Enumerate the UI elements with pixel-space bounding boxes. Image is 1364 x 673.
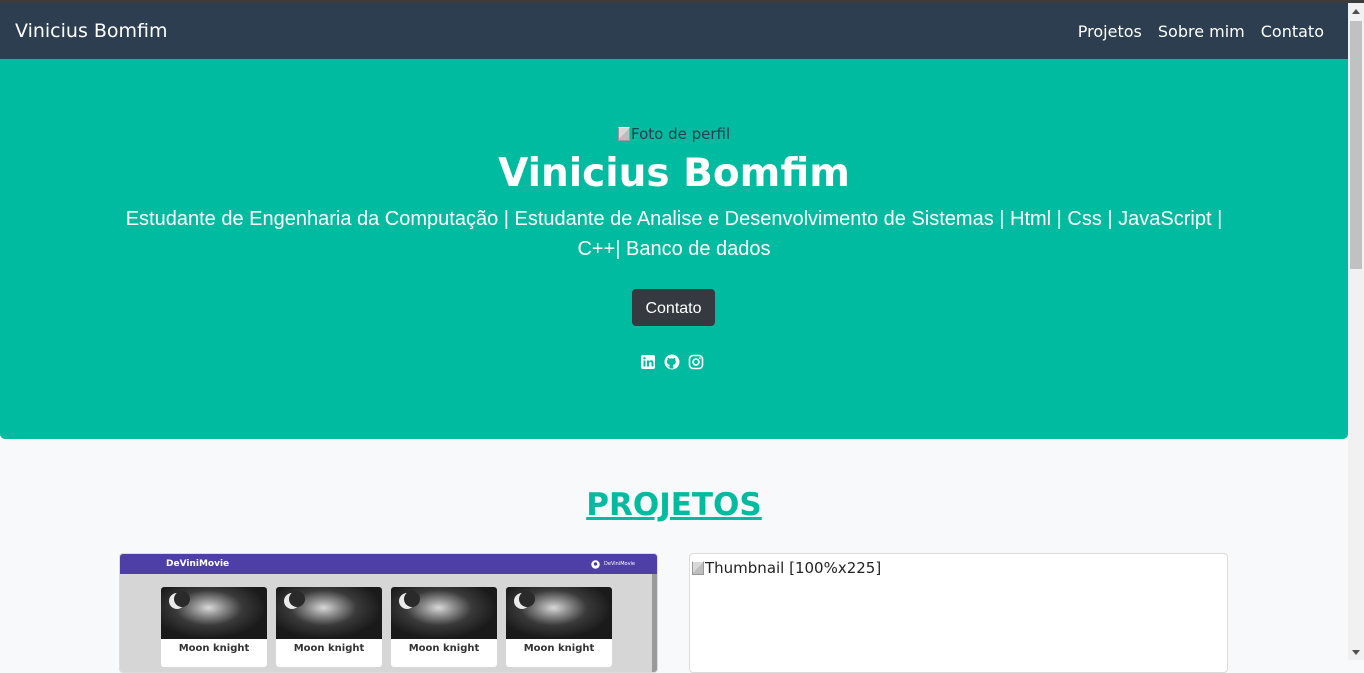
scroll-down-arrow-icon[interactable]: [1352, 650, 1360, 655]
movie-poster: [276, 587, 382, 639]
movie-card: Moon knight: [161, 587, 267, 667]
nav-link-projetos[interactable]: Projetos: [1078, 22, 1142, 41]
hero-name: Vinicius Bomfim: [498, 151, 850, 196]
devinimovie-app-name: DeViniMovie: [166, 559, 230, 569]
devinimovie-header: DeViniMovie DeViniMovie: [120, 554, 657, 574]
scroll-up-arrow-icon[interactable]: [1352, 9, 1360, 14]
profile-photo: Foto de perfil: [618, 125, 730, 143]
hero-section: Foto de perfil Vinicius Bomfim Estudante…: [0, 59, 1348, 439]
devinimovie-github-label: DeViniMovie: [604, 561, 635, 567]
movie-poster: [506, 587, 612, 639]
github-icon[interactable]: [664, 354, 680, 370]
devinimovie-scrollbar: [652, 574, 657, 672]
instagram-icon[interactable]: [688, 354, 704, 370]
linkedin-icon[interactable]: [640, 354, 656, 370]
project-card-thumbnail[interactable]: Thumbnail [100%x225]: [689, 553, 1228, 673]
thumbnail-image: Thumbnail [100%x225]: [692, 559, 881, 577]
movie-card: Moon knight: [391, 587, 497, 667]
movie-grid: Moon knight Moon knight Moon knight Moon…: [161, 587, 612, 667]
project-card-devinimovie[interactable]: DeViniMovie DeViniMovie Moon knight Moon…: [119, 553, 658, 673]
nav-link-sobre-mim[interactable]: Sobre mim: [1158, 22, 1245, 41]
brand-link[interactable]: Vinicius Bomfim: [15, 20, 168, 42]
movie-poster: [161, 587, 267, 639]
movie-title: Moon knight: [178, 643, 250, 654]
devinimovie-github-link: DeViniMovie: [591, 559, 635, 569]
hero-subtitle-line-2: C++| Banco de dados: [577, 238, 771, 260]
movie-title: Moon knight: [523, 643, 595, 654]
scrollbar-thumb[interactable]: [1350, 21, 1362, 269]
movie-poster: [391, 587, 497, 639]
movie-card: Moon knight: [506, 587, 612, 667]
movie-card: Moon knight: [276, 587, 382, 667]
contact-button[interactable]: Contato: [632, 289, 715, 326]
moon-icon: [169, 591, 190, 609]
movie-title: Moon knight: [408, 643, 480, 654]
broken-image-icon: [692, 561, 704, 575]
profile-photo-alt: Foto de perfil: [631, 125, 731, 143]
hero-subtitle: Estudante de Engenharia da Computação | …: [110, 204, 1238, 264]
nav-link-contato[interactable]: Contato: [1261, 22, 1324, 41]
moon-icon: [514, 591, 535, 609]
moon-icon: [284, 591, 305, 609]
broken-image-icon: [618, 127, 630, 141]
thumbnail-alt-text: Thumbnail [100%x225]: [705, 559, 882, 577]
hero-subtitle-line-1: Estudante de Engenharia da Computação | …: [125, 208, 1223, 230]
movie-title: Moon knight: [293, 643, 365, 654]
projects-section-title: PROJETOS: [586, 487, 762, 523]
navbar: Vinicius Bomfim Projetos Sobre mim Conta…: [0, 3, 1348, 59]
github-icon: [591, 559, 600, 569]
moon-icon: [399, 591, 420, 609]
social-links: [640, 354, 704, 370]
page-scrollbar[interactable]: [1348, 3, 1364, 660]
nav-links: Projetos Sobre mim Contato: [1078, 22, 1324, 41]
